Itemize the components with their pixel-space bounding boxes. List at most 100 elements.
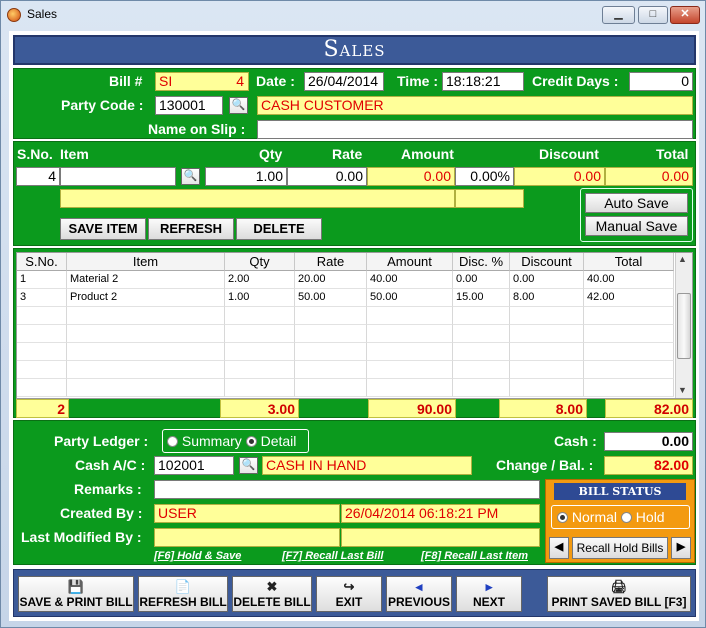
table-row[interactable]: 3 Product 2 1.00 50.00 50.00 15.00 8.00 42.00 bbox=[17, 289, 674, 307]
table-row[interactable]: 1 Material 2 2.00 20.00 40.00 0.00 0.00 40.00 bbox=[17, 271, 674, 289]
table-row[interactable] bbox=[17, 325, 674, 343]
table-cell bbox=[17, 379, 67, 397]
entry-item-field[interactable] bbox=[60, 167, 176, 186]
table-cell bbox=[295, 361, 367, 379]
table-row[interactable] bbox=[17, 307, 674, 325]
table-cell bbox=[510, 379, 584, 397]
grid-header-cell[interactable]: Rate bbox=[295, 253, 367, 271]
credit-days-field[interactable]: 0 bbox=[629, 72, 693, 91]
entry-rate-field[interactable]: 0.00 bbox=[287, 167, 367, 186]
prev-hold-button[interactable]: ◀ bbox=[549, 537, 569, 559]
recall-hold-bills-button[interactable]: Recall Hold Bills bbox=[572, 537, 668, 559]
bill-number-field[interactable]: SI 4 bbox=[155, 72, 249, 91]
remarks-field[interactable] bbox=[154, 480, 540, 499]
table-cell bbox=[67, 325, 225, 343]
status-normal-label[interactable]: Normal bbox=[572, 509, 617, 525]
status-normal-radio[interactable] bbox=[557, 512, 568, 523]
arrow-left-icon: ◀ bbox=[554, 541, 564, 553]
auto-save-button[interactable]: Auto Save bbox=[585, 193, 688, 213]
party-name-field[interactable]: CASH CUSTOMER bbox=[257, 96, 693, 115]
bill-status-title: BILL STATUS bbox=[554, 483, 686, 500]
entry-qty-field[interactable]: 1.00 bbox=[205, 167, 287, 186]
entry-description-field[interactable] bbox=[60, 189, 455, 208]
exit-button[interactable]: ↪ EXIT bbox=[316, 576, 382, 612]
table-cell: Material 2 bbox=[67, 271, 225, 289]
date-field[interactable]: 26/04/2014 bbox=[304, 72, 384, 91]
cash-ac-code-field[interactable]: 102001 bbox=[154, 456, 234, 475]
last-modified-by-field bbox=[154, 528, 340, 547]
cash-field[interactable]: 0.00 bbox=[604, 432, 693, 451]
bill-label: Bill # bbox=[109, 73, 143, 89]
save-item-button[interactable]: SAVE ITEM bbox=[60, 218, 146, 240]
maximize-button[interactable]: □ bbox=[638, 6, 668, 24]
grid-header-cell[interactable]: Total bbox=[584, 253, 674, 271]
exit-icon: ↪ bbox=[343, 579, 355, 594]
name-on-slip-field[interactable] bbox=[257, 120, 693, 139]
app-icon bbox=[7, 8, 21, 22]
scroll-down-icon[interactable]: ▼ bbox=[678, 385, 687, 395]
total-qty: 3.00 bbox=[220, 399, 299, 418]
time-field[interactable]: 18:18:21 bbox=[442, 72, 524, 91]
entry-extra-field[interactable] bbox=[455, 189, 524, 208]
table-cell bbox=[225, 361, 295, 379]
grid-header-cell[interactable]: Amount bbox=[367, 253, 453, 271]
delete-button[interactable]: DELETE bbox=[236, 218, 322, 240]
minimize-button[interactable]: ▁ bbox=[602, 6, 635, 24]
next-hold-button[interactable]: ▶ bbox=[671, 537, 691, 559]
detail-label[interactable]: Detail bbox=[261, 433, 297, 449]
total-amount-net: 82.00 bbox=[605, 399, 693, 418]
save-print-bill-button[interactable]: 💾 SAVE & PRINT BILL bbox=[18, 576, 134, 612]
table-cell bbox=[510, 325, 584, 343]
entry-discount-header: Discount bbox=[539, 146, 599, 162]
refresh-button[interactable]: REFRESH bbox=[148, 218, 234, 240]
manual-save-button[interactable]: Manual Save bbox=[585, 216, 688, 236]
delete-bill-button[interactable]: ✖ DELETE BILL bbox=[232, 576, 312, 612]
bottom-toolbar: 💾 SAVE & PRINT BILL 📄 REFRESH BILL ✖ DELETE… bbox=[13, 569, 696, 617]
scroll-thumb[interactable] bbox=[677, 293, 691, 359]
party-code-field[interactable]: 130001 bbox=[155, 96, 223, 115]
grid-scrollbar[interactable]: ▲ ▼ bbox=[675, 253, 692, 398]
table-row[interactable] bbox=[17, 343, 674, 361]
grid-header-cell[interactable]: Qty bbox=[225, 253, 295, 271]
next-button[interactable]: ▸ NEXT bbox=[456, 576, 522, 612]
summary-label[interactable]: Summary bbox=[182, 433, 242, 449]
item-search-button[interactable]: 🔍 bbox=[181, 168, 200, 185]
scroll-up-icon[interactable]: ▲ bbox=[678, 254, 687, 264]
arrow-right-icon: ▶ bbox=[676, 541, 686, 553]
last-modified-label: Last Modified By : bbox=[21, 529, 142, 545]
entry-sno-header: S.No. bbox=[17, 146, 53, 162]
grid-header-cell[interactable]: Discount bbox=[510, 253, 584, 271]
party-search-button[interactable]: 🔍 bbox=[229, 97, 248, 114]
table-cell bbox=[367, 307, 453, 325]
previous-button[interactable]: ◂ PREVIOUS bbox=[386, 576, 452, 612]
table-cell bbox=[367, 325, 453, 343]
grid-header-cell[interactable]: S.No. bbox=[17, 253, 67, 271]
table-row[interactable] bbox=[17, 361, 674, 379]
created-at-field: 26/04/2014 06:18:21 PM bbox=[341, 504, 540, 523]
table-cell bbox=[453, 307, 510, 325]
print-saved-bill-button[interactable]: 🖨 PRINT SAVED BILL [F3] bbox=[547, 576, 691, 612]
table-row[interactable] bbox=[17, 379, 674, 397]
item-entry-panel: S.No. Item Qty Rate Amount Discount Tota… bbox=[13, 141, 696, 246]
magnifier-icon: 🔍 bbox=[241, 459, 256, 471]
status-hold-label[interactable]: Hold bbox=[636, 509, 665, 525]
close-button[interactable]: ✕ bbox=[670, 6, 700, 24]
entry-discount-field: 0.00 bbox=[514, 167, 605, 186]
grid-header-cell[interactable]: Item bbox=[67, 253, 225, 271]
refresh-bill-button[interactable]: 📄 REFRESH BILL bbox=[138, 576, 228, 612]
cash-ac-search-button[interactable]: 🔍 bbox=[239, 457, 258, 474]
grid-header-cell[interactable]: Disc. % bbox=[453, 253, 510, 271]
entry-disc-pct-field[interactable]: 0.00% bbox=[455, 167, 514, 186]
remarks-label: Remarks : bbox=[74, 481, 142, 497]
hotkey-hold-save[interactable]: [F6] Hold & Save bbox=[154, 550, 241, 562]
hotkey-recall-last-bill[interactable]: [F7] Recall Last Bill bbox=[282, 550, 383, 562]
hotkey-recall-last-item[interactable]: [F8] Recall Last Item bbox=[421, 550, 528, 562]
items-grid[interactable]: S.No. Item Qty Rate Amount Disc. % Discount Tot… bbox=[16, 252, 693, 399]
summary-radio[interactable] bbox=[167, 436, 178, 447]
status-hold-radio[interactable] bbox=[620, 512, 632, 523]
title-bar[interactable]: Sales ▁ □ ✕ bbox=[1, 1, 705, 29]
detail-radio[interactable] bbox=[245, 436, 257, 447]
table-cell bbox=[510, 361, 584, 379]
sales-window: Sales ▁ □ ✕ Sales Bill # SI 4 Date : 26/… bbox=[0, 0, 706, 628]
entry-sno-field[interactable]: 4 bbox=[16, 167, 60, 186]
